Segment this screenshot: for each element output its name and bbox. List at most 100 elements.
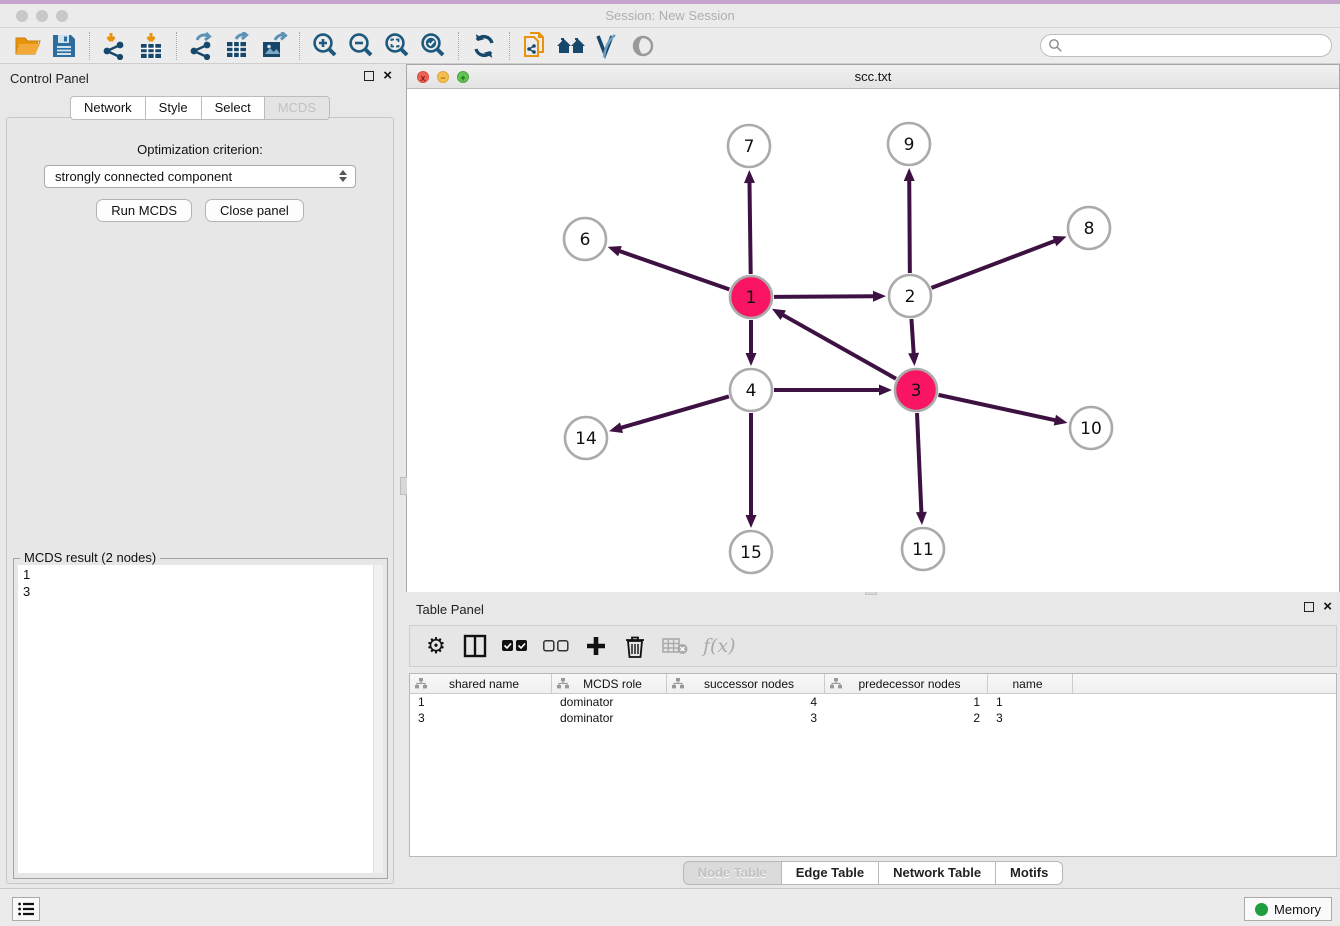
table-settings-icon[interactable]: ⚙	[424, 631, 448, 661]
table-cell[interactable]: 3	[410, 710, 552, 726]
graph-node-4[interactable]: 4	[730, 369, 772, 411]
network-zoom-button[interactable]: +	[457, 71, 469, 83]
table-tab-edge-table[interactable]: Edge Table	[782, 861, 879, 885]
graph-node-9[interactable]: 9	[888, 123, 930, 165]
home-icon[interactable]	[553, 30, 589, 62]
criterion-dropdown[interactable]: strongly connected component	[44, 165, 356, 188]
delete-table-icon[interactable]	[662, 631, 688, 661]
control-tab-select[interactable]: Select	[202, 96, 265, 120]
search-input[interactable]	[1040, 34, 1332, 57]
table-cell[interactable]: 1	[410, 694, 552, 710]
table-cell[interactable]: 1	[825, 694, 988, 710]
column-header-successor-nodes[interactable]: successor nodes	[667, 674, 825, 693]
graph-node-7[interactable]: 7	[728, 125, 770, 167]
network-close-button[interactable]: x	[417, 71, 429, 83]
node-table: shared nameMCDS rolesuccessor nodesprede…	[409, 673, 1337, 857]
float-table-panel-icon[interactable]	[1304, 602, 1314, 612]
table-cell[interactable]: 1	[988, 694, 1073, 710]
column-header-predecessor-nodes[interactable]: predecessor nodes	[825, 674, 988, 693]
table-cell[interactable]: 2	[825, 710, 988, 726]
import-network-icon[interactable]	[97, 30, 133, 62]
control-tab-mcds[interactable]: MCDS	[265, 96, 330, 120]
refresh-icon[interactable]	[466, 30, 502, 62]
table-cell[interactable]: dominator	[552, 694, 667, 710]
graph-node-6[interactable]: 6	[564, 218, 606, 260]
close-panel-button[interactable]: Close panel	[205, 199, 304, 222]
eye-icon[interactable]	[625, 30, 661, 62]
export-table-icon[interactable]	[220, 30, 256, 62]
graph-node-10[interactable]: 10	[1070, 407, 1112, 449]
split-panes-icon[interactable]	[463, 631, 487, 661]
run-mcds-button[interactable]: Run MCDS	[96, 199, 192, 222]
hierarchy-icon	[415, 678, 427, 689]
float-panel-icon[interactable]	[364, 71, 374, 81]
edge-1-2[interactable]	[774, 296, 875, 297]
edge-arrowhead	[873, 291, 886, 302]
deselect-all-columns-icon[interactable]	[543, 631, 569, 661]
table-cell[interactable]: dominator	[552, 710, 667, 726]
network-canvas[interactable]: 7 9 6 8 1 2 4 3 14 10 15 11	[407, 89, 1339, 592]
result-scrollbar[interactable]	[373, 565, 383, 873]
close-table-panel-icon[interactable]: ×	[1323, 601, 1332, 613]
memory-label: Memory	[1274, 902, 1321, 917]
export-image-icon[interactable]	[256, 30, 292, 62]
task-history-button[interactable]	[12, 897, 40, 921]
graph-node-3[interactable]: 3	[895, 369, 937, 411]
vizmapper-icon[interactable]	[589, 30, 625, 62]
graph-node-14[interactable]: 14	[565, 417, 607, 459]
zoom-fit-icon[interactable]	[379, 30, 415, 62]
network-graph[interactable]: 7 9 6 8 1 2 4 3 14 10 15 11	[407, 89, 1339, 592]
select-all-columns-icon[interactable]	[502, 631, 528, 661]
close-panel-icon[interactable]: ×	[383, 70, 392, 82]
table-panel-title: Table Panel	[416, 602, 484, 617]
open-session-icon[interactable]	[10, 30, 46, 62]
table-row[interactable]: 3dominator323	[410, 710, 1336, 726]
toolbar-separator	[299, 32, 300, 60]
table-cell[interactable]: 3	[988, 710, 1073, 726]
table-cell[interactable]: 3	[667, 710, 825, 726]
hierarchy-icon	[672, 678, 684, 689]
edge-3-10[interactable]	[938, 395, 1056, 421]
network-from-file-icon[interactable]	[517, 30, 553, 62]
column-header-MCDS-role[interactable]: MCDS role	[552, 674, 667, 693]
column-header-name[interactable]: name	[988, 674, 1073, 693]
graph-node-1[interactable]: 1	[730, 276, 772, 318]
import-table-icon[interactable]	[133, 30, 169, 62]
edge-4-14[interactable]	[620, 396, 729, 428]
zoom-out-icon[interactable]	[343, 30, 379, 62]
delete-column-icon[interactable]	[623, 631, 647, 661]
mcds-result-text[interactable]: 1 3	[18, 565, 373, 873]
add-column-icon[interactable]	[584, 631, 608, 661]
edge-1-7[interactable]	[749, 181, 750, 274]
edge-3-1[interactable]	[781, 314, 895, 379]
svg-text:7: 7	[744, 137, 755, 157]
network-window-titlebar[interactable]: x − + scc.txt	[407, 65, 1339, 89]
zoom-in-icon[interactable]	[307, 30, 343, 62]
save-session-icon[interactable]	[46, 30, 82, 62]
column-header-shared-name[interactable]: shared name	[410, 674, 552, 693]
function-builder-icon[interactable]: f(x)	[703, 631, 736, 661]
edge-3-11[interactable]	[917, 413, 921, 514]
toolbar-separator	[176, 32, 177, 60]
svg-text:10: 10	[1080, 419, 1102, 439]
table-row[interactable]: 1dominator411	[410, 694, 1336, 710]
control-tab-network[interactable]: Network	[70, 96, 146, 120]
graph-node-15[interactable]: 15	[730, 531, 772, 573]
edge-2-9[interactable]	[909, 179, 910, 273]
edge-2-3[interactable]	[911, 319, 913, 355]
table-cell[interactable]: 4	[667, 694, 825, 710]
svg-text:1: 1	[746, 288, 757, 308]
edge-1-6[interactable]	[618, 251, 729, 290]
table-tab-node-table[interactable]: Node Table	[683, 861, 782, 885]
table-tab-motifs[interactable]: Motifs	[996, 861, 1063, 885]
zoom-selected-icon[interactable]	[415, 30, 451, 62]
graph-node-2[interactable]: 2	[889, 275, 931, 317]
graph-node-8[interactable]: 8	[1068, 207, 1110, 249]
control-tab-style[interactable]: Style	[146, 96, 202, 120]
table-tab-network-table[interactable]: Network Table	[879, 861, 996, 885]
edge-2-8[interactable]	[932, 240, 1057, 287]
network-minimize-button[interactable]: −	[437, 71, 449, 83]
graph-node-11[interactable]: 11	[902, 528, 944, 570]
memory-button[interactable]: Memory	[1244, 897, 1332, 921]
export-network-icon[interactable]	[184, 30, 220, 62]
